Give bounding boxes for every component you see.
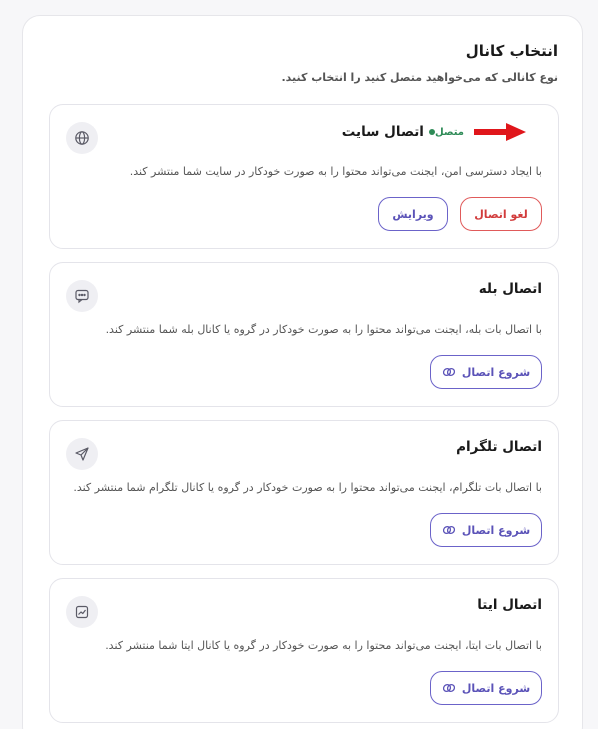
send-icon <box>66 438 98 470</box>
card-description: با اتصال بات بله، ایجنت می‌تواند محتوا ر… <box>105 323 542 336</box>
button-label: شروع اتصال <box>461 681 531 695</box>
start-connection-button[interactable]: شروع اتصال <box>430 355 542 389</box>
card-description: با ایجاد دسترسی امن، ایجنت می‌تواند محتو… <box>129 165 542 178</box>
card-header: اتصال تلگرام <box>456 439 542 455</box>
status-dot <box>428 129 435 135</box>
card-title: اتصال تلگرام <box>456 439 542 455</box>
chart-icon <box>66 596 98 628</box>
button-label: شروع اتصال <box>461 365 531 379</box>
pointer-arrow-icon <box>474 123 526 141</box>
card-description: با اتصال بات ایتا، ایجنت می‌تواند محتوا … <box>105 639 542 652</box>
link-icon <box>442 365 456 379</box>
card-header: اتصال سایت متصل <box>342 123 542 141</box>
channel-card-website: اتصال سایت متصل با ایجاد دسترسی امن، ایج… <box>49 104 559 249</box>
card-title: اتصال بله <box>478 281 542 297</box>
card-header: اتصال بله <box>479 281 542 297</box>
channel-card-eitaa: اتصال ایتا با اتصال بات ایتا، ایجنت می‌ت… <box>49 578 559 723</box>
channel-card-bale: اتصال بله با اتصال بات بله، ایجنت می‌توا… <box>49 262 559 407</box>
channel-selection-panel: انتخاب کانال نوع کانالی که می‌خواهید متص… <box>22 15 583 729</box>
card-description: با اتصال بات تلگرام، ایجنت می‌تواند محتو… <box>73 481 542 494</box>
status-label: متصل <box>434 126 464 138</box>
card-header: اتصال ایتا <box>477 597 542 613</box>
link-icon <box>442 523 456 537</box>
link-icon <box>442 681 456 695</box>
card-title: اتصال سایت <box>341 124 424 140</box>
page-subtitle: نوع کانالی که می‌خواهید متصل کنید را انت… <box>281 71 558 84</box>
start-connection-button[interactable]: شروع اتصال <box>430 513 542 547</box>
page-title: انتخاب کانال <box>465 42 558 60</box>
edit-button[interactable]: ویرایش <box>378 197 448 231</box>
globe-icon <box>66 122 98 154</box>
card-title: اتصال ایتا <box>477 597 542 613</box>
status-badge: متصل <box>424 127 464 138</box>
channel-card-telegram: اتصال تلگرام با اتصال بات تلگرام، ایجنت … <box>49 420 559 565</box>
button-label: شروع اتصال <box>461 523 531 537</box>
chat-icon <box>66 280 98 312</box>
start-connection-button[interactable]: شروع اتصال <box>430 671 542 705</box>
disconnect-button[interactable]: لغو اتصال <box>460 197 542 231</box>
